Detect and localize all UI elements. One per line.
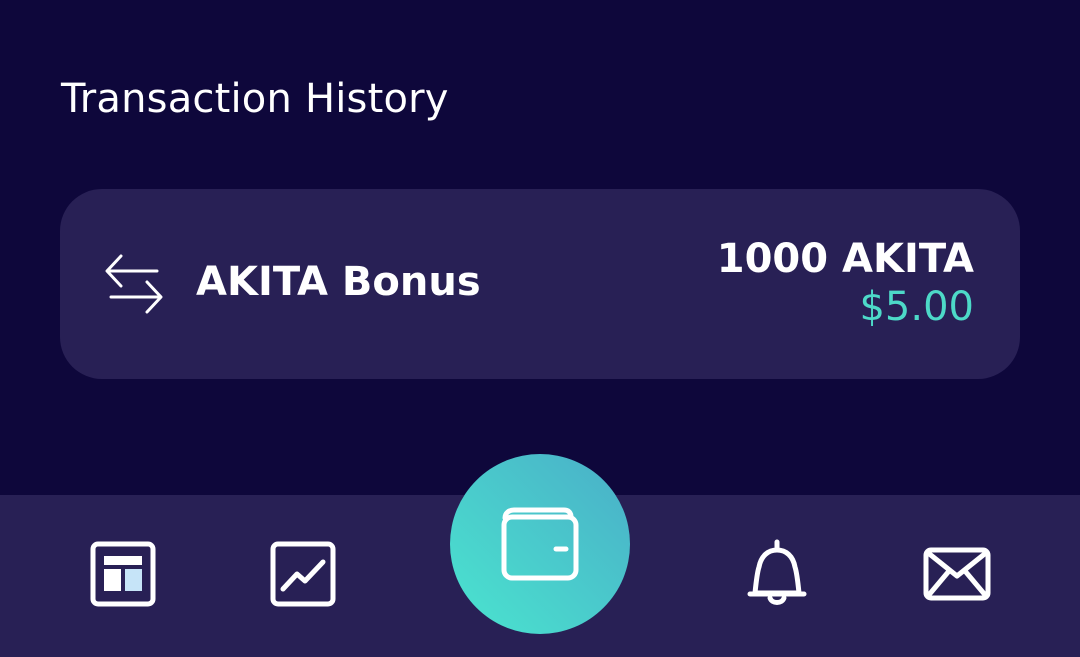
section-title: Transaction History (61, 76, 449, 122)
bell-icon (746, 539, 808, 607)
chart-line-icon (270, 541, 336, 607)
nav-messages[interactable] (923, 547, 991, 601)
wallet-screen: Transaction History AKITA Bonus 1000 AKI… (0, 0, 1080, 657)
transaction-name: AKITA Bonus (196, 259, 481, 305)
nav-chart[interactable] (270, 541, 336, 607)
transaction-fiat-amount: $5.00 (859, 284, 974, 330)
mail-icon (923, 547, 991, 601)
wallet-button[interactable] (450, 454, 630, 634)
nav-notifications[interactable] (746, 539, 808, 607)
transaction-crypto-amount: 1000 AKITA (716, 236, 974, 282)
transfer-arrows-icon (104, 253, 164, 315)
nav-dashboard[interactable] (90, 541, 156, 607)
transaction-amounts: 1000 AKITA $5.00 (717, 236, 974, 332)
dashboard-icon (90, 541, 156, 607)
